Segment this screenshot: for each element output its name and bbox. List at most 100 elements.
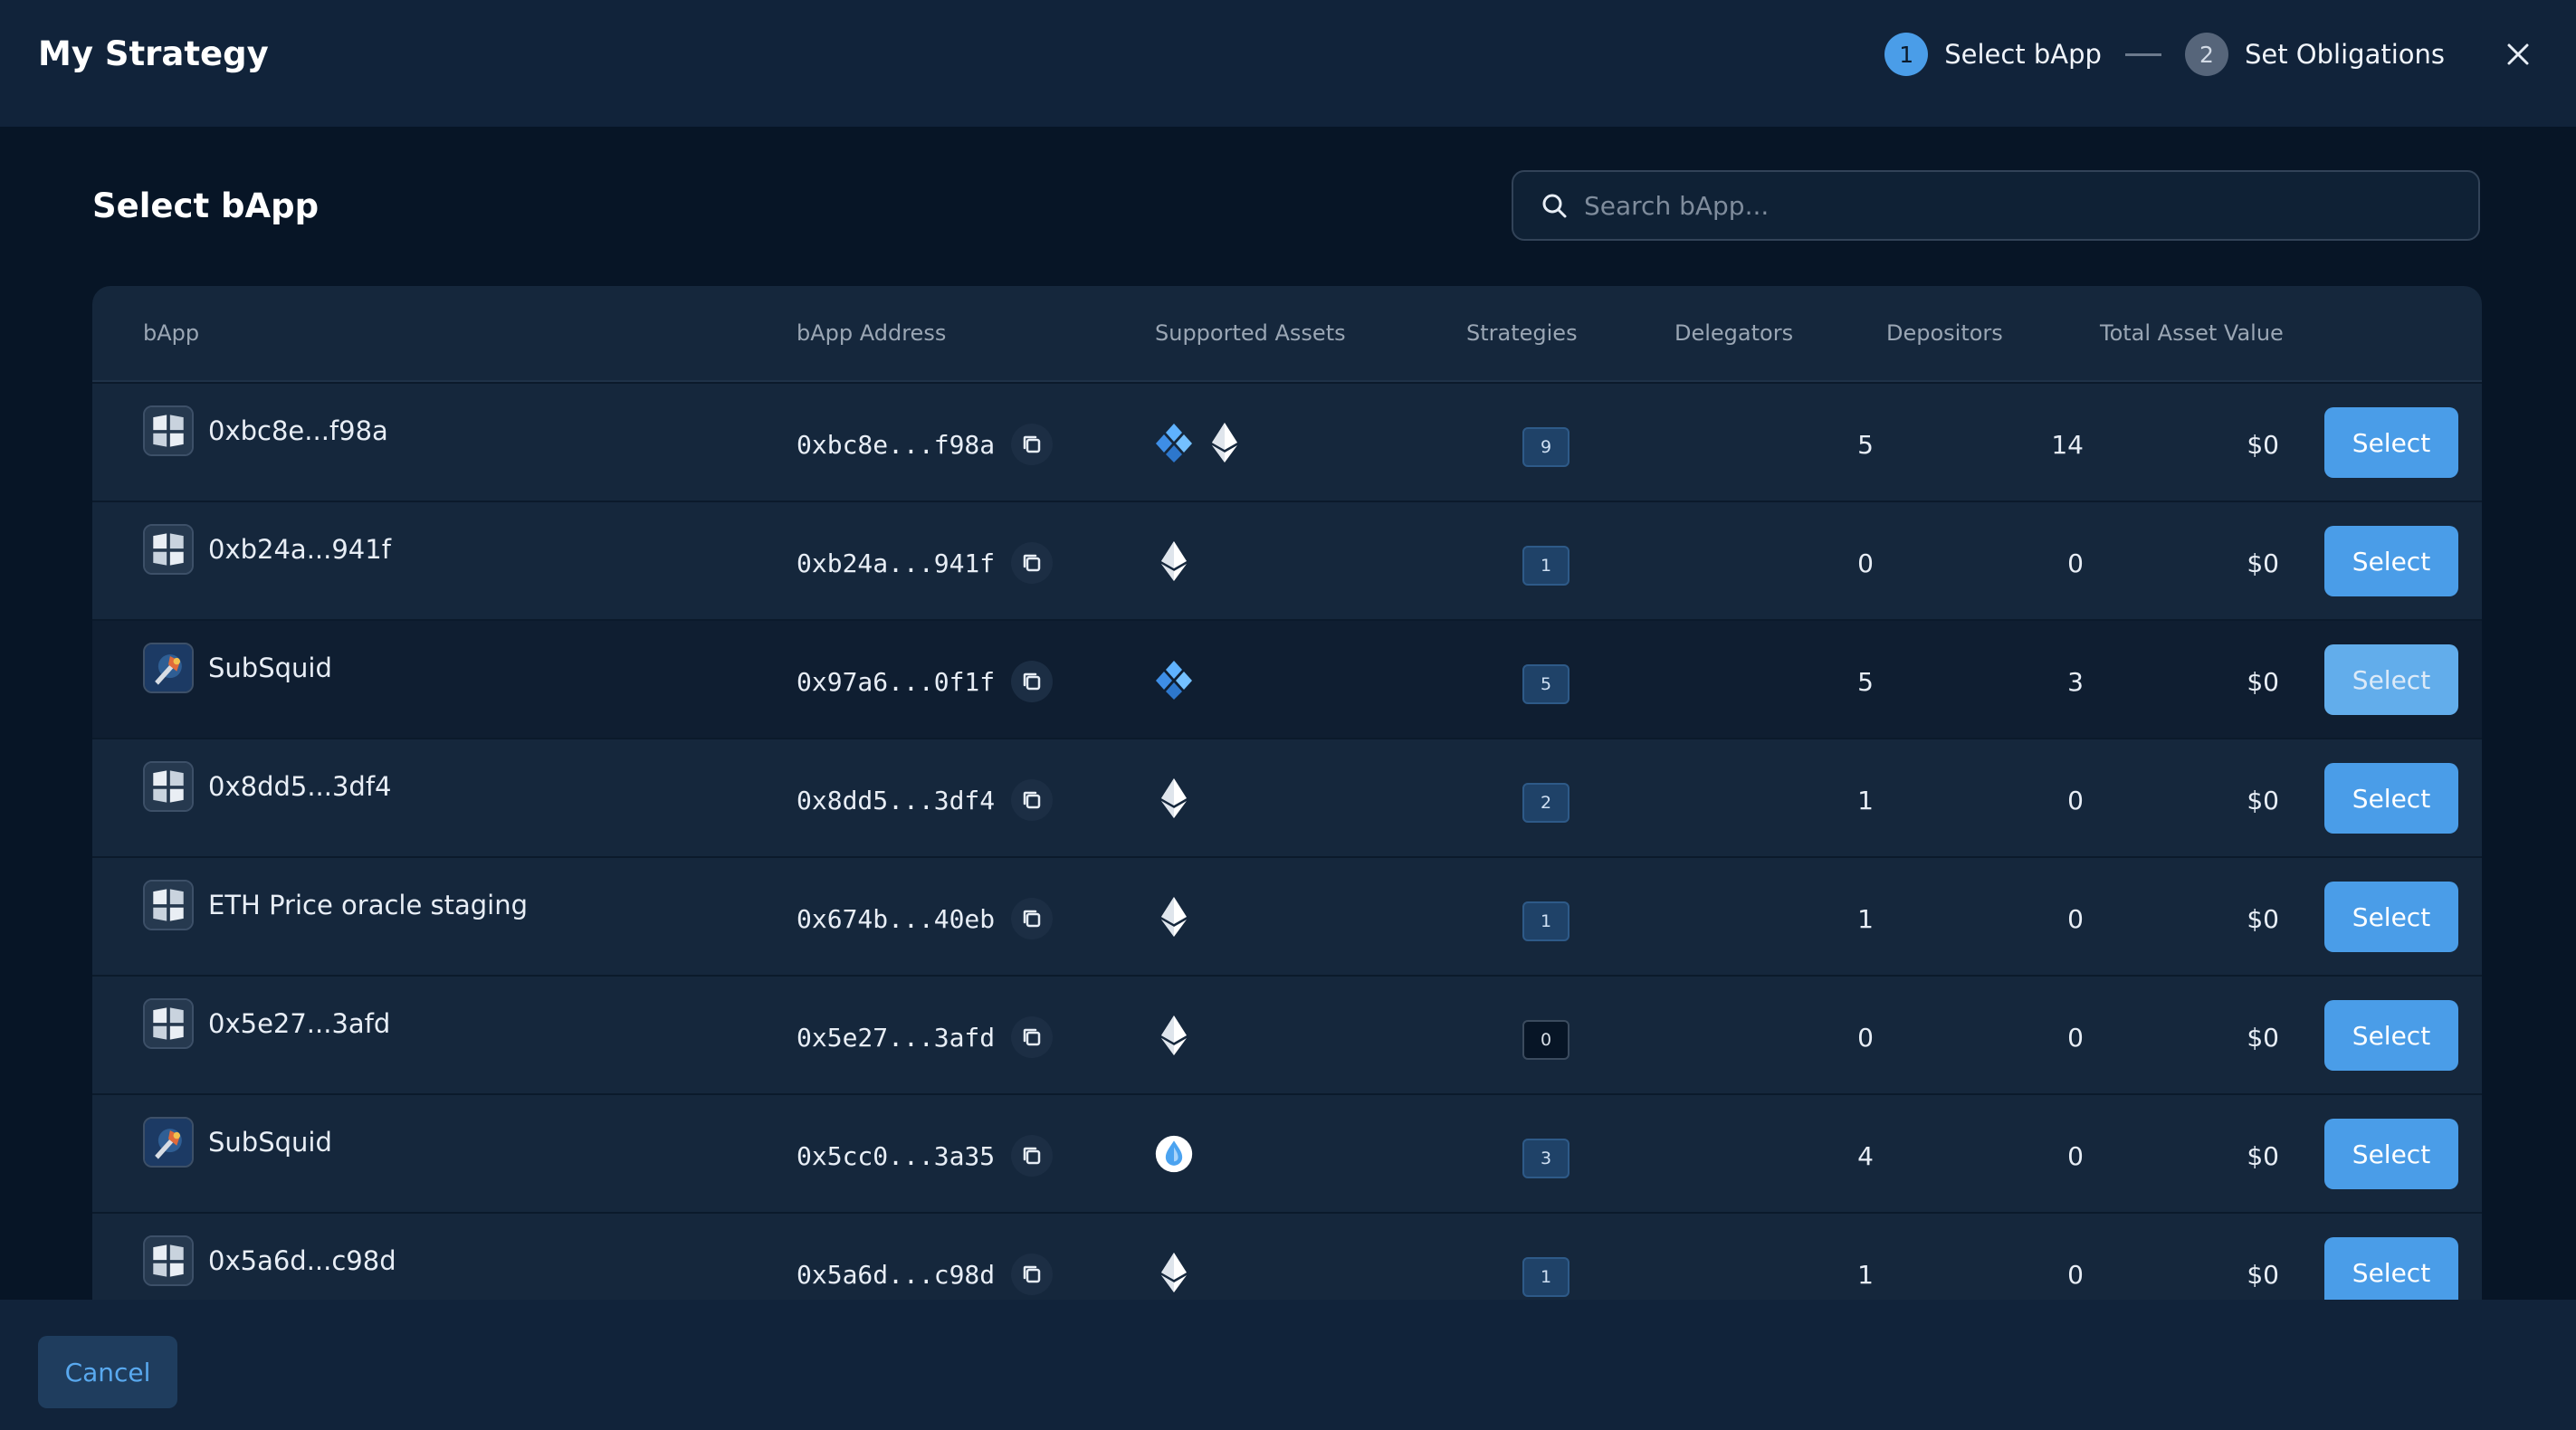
- strategies-badge: 1: [1522, 546, 1569, 586]
- select-button[interactable]: Select: [2324, 526, 2458, 596]
- supported-assets: [1151, 539, 1202, 584]
- column-header-bapp-address: bApp Address: [797, 320, 947, 346]
- bapp-avatar: [143, 643, 194, 693]
- column-header-strategies: Strategies: [1466, 320, 1578, 346]
- step-number: 2: [2184, 33, 2228, 76]
- step-label: Select bApp: [1944, 39, 2102, 70]
- bapp-address: 0x674b...40eb: [797, 903, 996, 934]
- table-row[interactable]: ETH Price oracle staging 0x674b...40eb 1 1 0…: [92, 856, 2482, 975]
- bapp-avatar: [143, 405, 194, 456]
- ethereum-icon: [1151, 1013, 1197, 1058]
- search-icon: [1542, 194, 1567, 218]
- search-box[interactable]: [1512, 170, 2480, 241]
- delegators-count: 5: [1857, 430, 1874, 460]
- depositors-count: 0: [2067, 786, 2084, 815]
- address-cell: 0x5a6d...c98d: [797, 1254, 1054, 1295]
- strategies-badge: 3: [1522, 1139, 1569, 1178]
- copy-icon[interactable]: [1011, 424, 1054, 465]
- strategies-badge: 1: [1522, 901, 1569, 941]
- supported-assets: [1151, 894, 1202, 939]
- ethereum-icon: [1151, 1250, 1197, 1295]
- strategies-badge: 1: [1522, 1257, 1569, 1297]
- depositors-count: 0: [2067, 904, 2084, 934]
- depositors-count: 14: [2051, 430, 2084, 460]
- copy-icon[interactable]: [1011, 542, 1054, 584]
- total-asset-value: $0: [2247, 786, 2279, 815]
- address-cell: 0xb24a...941f: [797, 542, 1054, 584]
- bapp-cell: 0x5a6d...c98d: [143, 1235, 396, 1286]
- depositors-count: 3: [2067, 667, 2084, 697]
- bapp-avatar: [143, 761, 194, 812]
- delegators-count: 0: [1857, 1023, 1874, 1053]
- bapp-name: ETH Price oracle staging: [208, 890, 529, 920]
- supported-assets: [1151, 420, 1253, 465]
- bapp-name: 0x5a6d...c98d: [208, 1245, 396, 1276]
- supported-assets: [1151, 1250, 1202, 1295]
- table-row[interactable]: 0x5e27...3afd 0x5e27...3afd 0 0 0 $0 Select: [92, 975, 2482, 1093]
- table-header: bApp bApp Address Supported Assets Strat…: [92, 286, 2482, 382]
- copy-icon[interactable]: [1011, 661, 1054, 702]
- table-row[interactable]: 0xbc8e...f98a 0xbc8e...f98a 9 5 14 $0 Select: [92, 382, 2482, 500]
- bapp-address: 0x97a6...0f1f: [797, 666, 996, 697]
- footer: Cancel: [0, 1300, 2576, 1430]
- strategies-badge: 5: [1522, 664, 1569, 704]
- table-row[interactable]: 0x8dd5...3df4 0x8dd5...3df4 2 1 0 $0 Select: [92, 738, 2482, 856]
- bapp-cell: ETH Price oracle staging: [143, 880, 528, 930]
- bapp-cell: SubSquid: [143, 643, 332, 693]
- select-button[interactable]: Select: [2324, 407, 2458, 478]
- supported-assets: [1151, 1013, 1202, 1058]
- total-asset-value: $0: [2247, 1023, 2279, 1053]
- stepper: 1 Select bApp 2 Set Obligations: [1884, 33, 2445, 76]
- column-header-total-asset-value: Total Asset Value: [2100, 320, 2284, 346]
- bapp-name: SubSquid: [208, 1127, 332, 1158]
- select-button[interactable]: Select: [2324, 1119, 2458, 1189]
- strategies-cell: 0: [1522, 1020, 1569, 1060]
- total-asset-value: $0: [2247, 1141, 2279, 1171]
- delegators-count: 1: [1857, 786, 1874, 815]
- bapp-name: 0xb24a...941f: [208, 534, 391, 565]
- table-row[interactable]: 0x5a6d...c98d 0x5a6d...c98d 1 1 0 $0 Select: [92, 1212, 2482, 1300]
- copy-icon[interactable]: [1011, 779, 1054, 821]
- search-input[interactable]: [1582, 189, 2478, 222]
- delegators-count: 5: [1857, 667, 1874, 697]
- ethereum-icon: [1151, 539, 1197, 584]
- copy-icon[interactable]: [1011, 1254, 1054, 1295]
- ethereum-icon: [1151, 894, 1197, 939]
- select-button[interactable]: Select: [2324, 1000, 2458, 1071]
- column-header-delegators: Delegators: [1674, 320, 1794, 346]
- supported-assets: [1151, 657, 1202, 702]
- copy-icon[interactable]: [1011, 1135, 1054, 1177]
- bapp-name: 0x8dd5...3df4: [208, 771, 392, 802]
- top-bar: My Strategy 1 Select bApp 2 Set Obligati…: [0, 0, 2576, 127]
- bapp-name: SubSquid: [208, 653, 332, 683]
- table-row[interactable]: SubSquid 0x97a6...0f1f 5 5 3 $0 Select: [92, 619, 2482, 738]
- select-button[interactable]: Select: [2324, 644, 2458, 715]
- table-row[interactable]: SubSquid 0x5cc0...3a35 3 4 0 $0 Select: [92, 1093, 2482, 1212]
- address-cell: 0x5e27...3afd: [797, 1016, 1054, 1058]
- step-select-bapp: 1 Select bApp: [1884, 33, 2102, 76]
- select-button[interactable]: Select: [2324, 882, 2458, 952]
- select-button[interactable]: Select: [2324, 763, 2458, 834]
- bapp-name: 0xbc8e...f98a: [208, 415, 388, 446]
- copy-icon[interactable]: [1011, 1016, 1054, 1058]
- ethereum-icon: [1151, 776, 1197, 821]
- total-asset-value: $0: [2247, 904, 2279, 934]
- close-icon[interactable]: [2500, 36, 2536, 72]
- strategies-cell: 1: [1522, 901, 1569, 941]
- strategies-cell: 2: [1522, 783, 1569, 823]
- ssv-icon: [1151, 420, 1197, 465]
- depositors-count: 0: [2067, 1260, 2084, 1290]
- address-cell: 0x97a6...0f1f: [797, 661, 1054, 702]
- bapp-table: bApp bApp Address Supported Assets Strat…: [92, 286, 2482, 1300]
- delegators-count: 1: [1857, 1260, 1874, 1290]
- copy-icon[interactable]: [1011, 898, 1054, 939]
- bapp-address: 0x5cc0...3a35: [797, 1140, 996, 1171]
- strategies-cell: 5: [1522, 664, 1569, 704]
- select-button[interactable]: Select: [2324, 1237, 2458, 1300]
- main-content: Select bApp bApp bApp Address Supported …: [0, 127, 2576, 1300]
- strategies-badge: 9: [1522, 427, 1569, 467]
- total-asset-value: $0: [2247, 430, 2279, 460]
- total-asset-value: $0: [2247, 548, 2279, 578]
- table-row[interactable]: 0xb24a...941f 0xb24a...941f 1 0 0 $0 Select: [92, 500, 2482, 619]
- cancel-button[interactable]: Cancel: [38, 1336, 177, 1408]
